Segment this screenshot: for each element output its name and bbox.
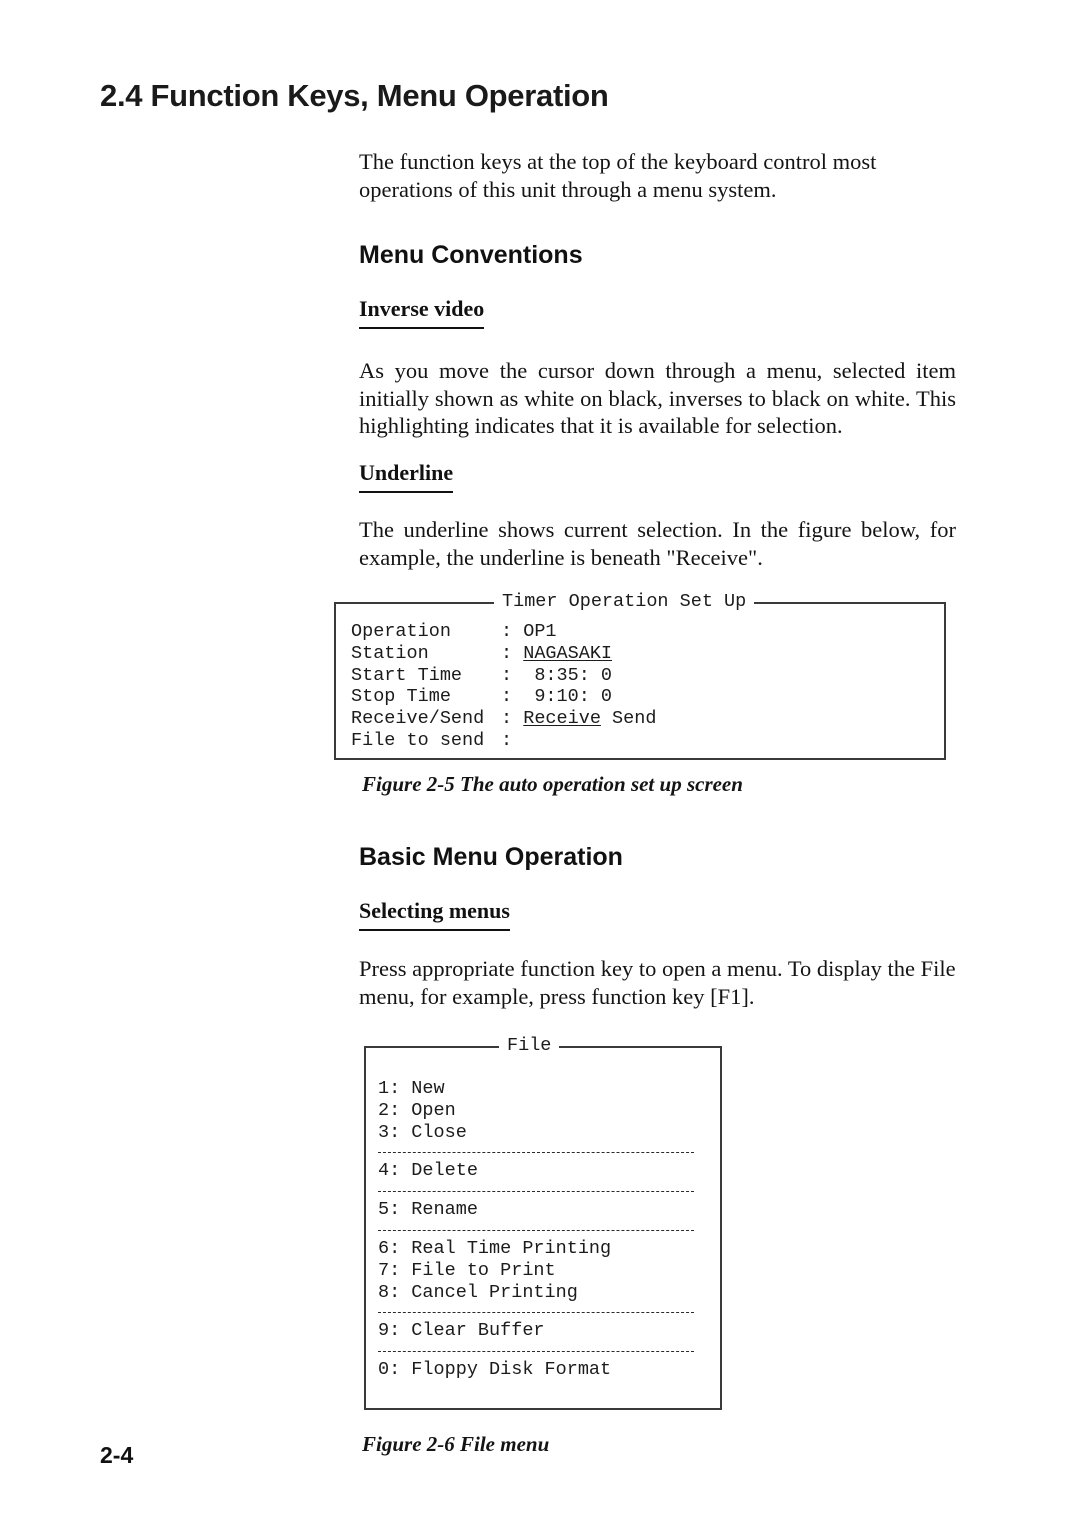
- timer-screen-row: File to send:: [351, 730, 656, 752]
- underline-heading-block: Underline: [359, 460, 956, 493]
- timer-row-label: Start Time: [351, 664, 463, 686]
- intro-paragraph: The function keys at the top of the keyb…: [359, 149, 877, 202]
- timer-row-value: Receive: [523, 708, 601, 730]
- timer-screen-rows: Operation: OP1 Station: NAGASAKI Start Tim…: [351, 621, 656, 752]
- file-menu-item[interactable]: 5: Rename: [378, 1199, 708, 1221]
- timer-row-label: Stop Time: [351, 686, 451, 708]
- selecting-menus-heading: Selecting menus: [359, 898, 510, 931]
- document-page: 2.4 Function Keys, Menu Operation The fu…: [0, 0, 1080, 1528]
- timer-row-value: NAGASAKI: [523, 642, 613, 664]
- timer-row-label: Operation: [351, 621, 451, 642]
- inverse-video-paragraph: As you move the cursor down through a me…: [359, 358, 956, 438]
- timer-row-label: File to send: [351, 729, 485, 751]
- basic-menu-operation-heading-block: Basic Menu Operation: [359, 843, 956, 872]
- inverse-video-paragraph-block: As you move the cursor down through a me…: [359, 357, 956, 440]
- page-title: 2.4 Function Keys, Menu Operation: [100, 78, 609, 113]
- file-menu-separator: [378, 1229, 694, 1231]
- timer-row-colon: :: [501, 686, 524, 708]
- timer-screen-title: Timer Operation Set Up: [494, 591, 755, 612]
- screen-border-right: [944, 602, 946, 760]
- menu-conventions-heading-block: Menu Conventions: [359, 241, 956, 270]
- timer-row-colon: :: [501, 642, 524, 664]
- file-menu-item[interactable]: 0: Floppy Disk Format: [378, 1359, 708, 1381]
- timer-screen-row: Receive/Send: Receive Send: [351, 708, 656, 730]
- selecting-menus-heading-block: Selecting menus: [359, 898, 956, 931]
- timer-screen-row: Start Time: 8:35: 0: [351, 665, 656, 687]
- screen-border-top-right: [748, 602, 946, 604]
- selecting-menus-paragraph-block: Press appropriate function key to open a…: [359, 955, 956, 1010]
- timer-row-colon: :: [501, 664, 524, 686]
- screen-border-left: [334, 602, 336, 760]
- underline-paragraph-block: The underline shows current selection. I…: [359, 516, 956, 571]
- file-menu-item[interactable]: 4: Delete: [378, 1160, 708, 1182]
- screen-border-right: [720, 1046, 722, 1410]
- timer-row-value: 8:35: 0: [523, 664, 613, 686]
- intro-paragraph-block: The function keys at the top of the keyb…: [359, 148, 956, 203]
- timer-row-value: OP1: [523, 621, 557, 642]
- timer-operation-setup-screen: Timer Operation Set Up Operation: OP1 Sta…: [334, 591, 946, 760]
- basic-menu-operation-heading: Basic Menu Operation: [359, 843, 623, 871]
- file-menu-separator: [378, 1351, 694, 1353]
- file-screen-title: File: [499, 1035, 560, 1056]
- timer-row-colon: :: [501, 729, 524, 751]
- file-menu-item[interactable]: 7: File to Print: [378, 1260, 708, 1282]
- screen-border-top-left: [334, 602, 496, 604]
- file-menu-item[interactable]: 9: Clear Buffer: [378, 1320, 708, 1342]
- menu-conventions-heading: Menu Conventions: [359, 241, 583, 269]
- file-menu-item[interactable]: 6: Real Time Printing: [378, 1238, 708, 1260]
- timer-screen-row: Station: NAGASAKI: [351, 643, 656, 665]
- screen-border-top-left: [364, 1046, 501, 1048]
- file-menu-items: 1: New 2: Open 3: Close 4: Delete 5: Rename 6…: [378, 1078, 708, 1381]
- figure-2-5-caption: Figure 2-5 The auto operation set up scr…: [362, 772, 743, 796]
- page-number: 2-4: [100, 1442, 134, 1468]
- file-menu-item[interactable]: 1: New: [378, 1078, 708, 1100]
- screen-border-left: [364, 1046, 366, 1410]
- timer-screen-row: Operation: OP1: [351, 621, 656, 643]
- screen-border-bottom: [364, 1408, 722, 1410]
- underline-paragraph: The underline shows current selection. I…: [359, 517, 956, 570]
- file-menu-screen: File 1: New 2: Open 3: Close 4: Delete 5: Re…: [364, 1035, 722, 1410]
- timer-row-colon: :: [501, 621, 524, 642]
- timer-screen-row: Stop Time: 9:10: 0: [351, 686, 656, 708]
- timer-row-label: Receive/Send: [351, 708, 485, 730]
- file-menu-separator: [378, 1312, 694, 1314]
- figure-2-6-caption: Figure 2-6 File menu: [362, 1432, 550, 1456]
- file-menu-separator: [378, 1152, 694, 1154]
- timer-row-colon: :: [501, 708, 524, 730]
- screen-border-bottom: [334, 758, 946, 760]
- inverse-video-heading: Inverse video: [359, 296, 485, 329]
- file-menu-separator: [378, 1191, 694, 1193]
- timer-row-extra-value: Send: [600, 708, 657, 730]
- screen-border-top-right: [557, 1046, 722, 1048]
- timer-row-label: Station: [351, 642, 429, 664]
- file-menu-item[interactable]: 2: Open: [378, 1100, 708, 1122]
- inverse-video-heading-block: Inverse video: [359, 296, 956, 329]
- timer-row-value: 9:10: 0: [523, 686, 613, 708]
- file-menu-item[interactable]: 8: Cancel Printing: [378, 1282, 708, 1304]
- selecting-menus-paragraph: Press appropriate function key to open a…: [359, 956, 956, 1009]
- underline-heading: Underline: [359, 460, 454, 493]
- file-menu-item[interactable]: 3: Close: [378, 1122, 708, 1144]
